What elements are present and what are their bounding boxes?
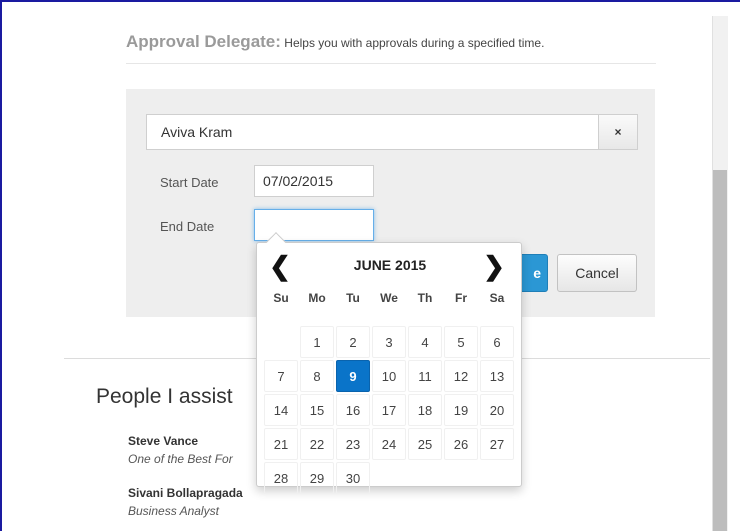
scrollbar-thumb[interactable] bbox=[713, 170, 727, 531]
weekday-label: Mo bbox=[308, 291, 326, 305]
datepicker-popup: ❮ JUNE 2015 ❯ Su Mo Tu We Th Fr Sa 1 2 3 4 5 6 7 8 9 10… bbox=[256, 232, 522, 494]
selected-day-cell[interactable]: 9 bbox=[336, 360, 370, 392]
day-cell[interactable]: 24 bbox=[372, 428, 406, 460]
cancel-button-label: Cancel bbox=[575, 265, 619, 281]
start-date-label: Start Date bbox=[160, 175, 219, 190]
section-heading: Approval Delegate: bbox=[126, 32, 281, 51]
day-cell[interactable]: 1 bbox=[300, 326, 334, 358]
weekday-label: Th bbox=[417, 291, 433, 305]
person-role: One of the Best For bbox=[128, 452, 233, 466]
people-i-assist-heading: People I assist bbox=[96, 385, 233, 408]
day-cell[interactable]: 20 bbox=[480, 394, 514, 426]
day-cell[interactable]: 2 bbox=[336, 326, 370, 358]
day-cell[interactable]: 27 bbox=[480, 428, 514, 460]
weekday-label: Tu bbox=[346, 291, 360, 305]
day-cell[interactable]: 14 bbox=[264, 394, 298, 426]
day-cell[interactable]: 17 bbox=[372, 394, 406, 426]
day-cell[interactable]: 8 bbox=[300, 360, 334, 392]
weekday-label: Su bbox=[273, 291, 289, 305]
datepicker-header: ❮ JUNE 2015 ❯ bbox=[257, 243, 521, 289]
day-cell[interactable]: 13 bbox=[480, 360, 514, 392]
day-cell[interactable]: 3 bbox=[372, 326, 406, 358]
day-cell[interactable]: 18 bbox=[408, 394, 442, 426]
day-cell[interactable]: 5 bbox=[444, 326, 478, 358]
day-cell[interactable]: 19 bbox=[444, 394, 478, 426]
start-date-input[interactable] bbox=[254, 165, 374, 197]
day-cell[interactable]: 10 bbox=[372, 360, 406, 392]
person-name: Sivani Bollapragada bbox=[128, 486, 243, 500]
person-role: Business Analyst bbox=[128, 504, 219, 518]
close-icon: × bbox=[614, 125, 622, 139]
day-cell[interactable]: 21 bbox=[264, 428, 298, 460]
clear-delegate-button[interactable]: × bbox=[598, 114, 638, 150]
day-cell[interactable]: 25 bbox=[408, 428, 442, 460]
day-cell[interactable]: 12 bbox=[444, 360, 478, 392]
day-cell[interactable]: 15 bbox=[300, 394, 334, 426]
weekday-label: We bbox=[380, 291, 398, 305]
delegate-name-input[interactable] bbox=[146, 114, 598, 150]
day-cell[interactable]: 29 bbox=[300, 462, 334, 494]
person-name: Steve Vance bbox=[128, 434, 199, 448]
day-cell[interactable]: 30 bbox=[336, 462, 370, 494]
day-cell[interactable]: 16 bbox=[336, 394, 370, 426]
delegate-picker: × bbox=[146, 114, 638, 150]
empty-day-cell bbox=[264, 326, 298, 358]
day-cell[interactable]: 26 bbox=[444, 428, 478, 460]
weekday-label: Fr bbox=[455, 291, 467, 305]
end-date-label: End Date bbox=[160, 219, 215, 234]
save-button-label: e bbox=[533, 265, 541, 281]
weekday-label: Sa bbox=[489, 291, 505, 305]
day-cell[interactable]: 11 bbox=[408, 360, 442, 392]
datepicker-month-title[interactable]: JUNE 2015 bbox=[317, 257, 463, 273]
day-cell[interactable]: 28 bbox=[264, 462, 298, 494]
day-cell[interactable]: 6 bbox=[480, 326, 514, 358]
datepicker-days-grid: 1 2 3 4 5 6 7 8 9 10 11 12 13 14 15 16 17 18 19 20 21 22 23 24 2… bbox=[263, 325, 515, 495]
header-divider bbox=[126, 63, 656, 64]
cancel-button[interactable]: Cancel bbox=[557, 254, 637, 292]
day-cell[interactable]: 4 bbox=[408, 326, 442, 358]
day-cell[interactable]: 22 bbox=[300, 428, 334, 460]
approval-delegate-header: Approval Delegate: Helps you with approv… bbox=[126, 32, 656, 52]
prev-month-icon[interactable]: ❮ bbox=[265, 251, 295, 281]
weekday-header-row: Su Mo Tu We Th Fr Sa bbox=[263, 291, 515, 305]
next-month-icon[interactable]: ❯ bbox=[479, 251, 509, 281]
day-cell[interactable]: 23 bbox=[336, 428, 370, 460]
section-description: Helps you with approvals during a specif… bbox=[284, 36, 545, 50]
day-cell[interactable]: 7 bbox=[264, 360, 298, 392]
